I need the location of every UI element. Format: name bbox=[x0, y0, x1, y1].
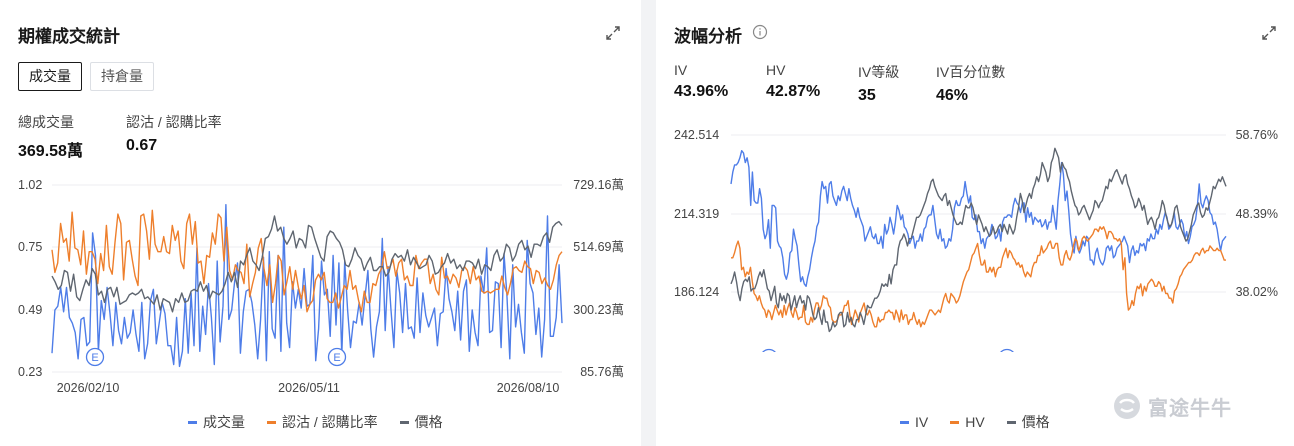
option-volume-chart: 1.02 729.16萬 0.75 514.69萬 0.49 300.23萬 0.23 85.… bbox=[18, 178, 624, 395]
stat-label: HV bbox=[766, 62, 786, 78]
y-right-tick: 48.39% bbox=[1236, 207, 1278, 221]
panel-title: 波幅分析 bbox=[674, 27, 742, 46]
option-volume-panel: 期權成交統計 成交量 持倉量 總成交量 369.58萬 認沽 / 認購比率 0.… bbox=[0, 0, 641, 446]
series-line-1 bbox=[51, 204, 563, 368]
series-line-2 bbox=[731, 226, 1226, 328]
watermark-text: 富途牛牛 bbox=[1148, 397, 1232, 420]
volatility-chart: 242.51458.76%214.31948.39%186.12438.02%1… bbox=[674, 128, 1278, 352]
stat-iv-rank: IV等級 35 bbox=[858, 62, 899, 105]
y-left-tick: 0.23 bbox=[18, 365, 42, 379]
chart-legend: IV HV 價格 bbox=[900, 412, 1050, 432]
x-tick: 2026/05/11 bbox=[278, 381, 340, 395]
stat-value: 46% bbox=[936, 87, 969, 104]
y-right-tick: 729.16萬 bbox=[573, 178, 624, 192]
stat-value: 43.96% bbox=[674, 83, 729, 100]
y-left-tick: 1.02 bbox=[18, 178, 42, 192]
legend-label: HV bbox=[965, 414, 985, 430]
earnings-marker-label: E bbox=[333, 352, 340, 364]
stat-label: IV百分位數 bbox=[936, 64, 1006, 80]
earnings-marker bbox=[1000, 348, 1014, 352]
y-left-tick: 0.75 bbox=[18, 240, 42, 254]
stat-hv: HV 42.87% bbox=[766, 62, 820, 101]
y-right-tick: 85.76萬 bbox=[580, 365, 624, 379]
legend-item-price[interactable]: 價格 bbox=[399, 412, 443, 432]
stat-value: 0.67 bbox=[126, 137, 158, 154]
volatility-panel: 波幅分析 IV 43.96% HV 42.87% IV等級 35 IV百分位數 … bbox=[656, 0, 1294, 446]
y-right-tick: 300.23萬 bbox=[573, 303, 624, 317]
legend-item-volume[interactable]: 成交量 bbox=[188, 412, 245, 432]
legend-swatch bbox=[399, 420, 409, 424]
legend-item-price[interactable]: 價格 bbox=[1006, 412, 1050, 432]
legend-label: IV bbox=[915, 414, 929, 430]
stat-iv: IV 43.96% bbox=[674, 62, 728, 101]
y-right-tick: 514.69萬 bbox=[573, 240, 624, 254]
legend-swatch bbox=[267, 420, 276, 424]
expand-icon[interactable] bbox=[604, 24, 622, 42]
legend-label: 價格 bbox=[1021, 414, 1050, 430]
earnings-marker-label: E bbox=[91, 352, 98, 364]
info-icon[interactable] bbox=[752, 24, 768, 40]
stat-value: 42.87% bbox=[766, 83, 821, 100]
panel-title: 期權成交統計 bbox=[18, 27, 120, 46]
stat-put-call-ratio: 認沽 / 認購比率 0.67 bbox=[126, 112, 222, 155]
legend-label: 認沽 / 認購比率 bbox=[282, 414, 378, 430]
legend-swatch bbox=[950, 420, 960, 424]
y-left-tick: 0.49 bbox=[18, 303, 42, 317]
earnings-marker bbox=[762, 348, 776, 352]
legend-item-hv[interactable]: HV bbox=[950, 412, 985, 432]
stat-label: IV等級 bbox=[858, 64, 900, 80]
stat-label: IV bbox=[674, 62, 688, 78]
legend-swatch bbox=[900, 420, 909, 424]
stat-value: 35 bbox=[858, 87, 876, 104]
y-left-tick: 214.319 bbox=[674, 207, 719, 221]
tab-open-interest[interactable]: 持倉量 bbox=[90, 62, 154, 91]
y-right-tick: 58.76% bbox=[1236, 128, 1278, 142]
stat-total-volume: 總成交量 369.58萬 bbox=[18, 112, 83, 161]
watermark: 富途牛牛 bbox=[1112, 391, 1232, 421]
x-tick: 2026/08/10 bbox=[497, 381, 560, 395]
tab-volume[interactable]: 成交量 bbox=[18, 62, 82, 91]
stat-label: 總成交量 bbox=[18, 114, 74, 130]
legend-swatch bbox=[1006, 420, 1016, 424]
y-left-tick: 186.124 bbox=[674, 285, 719, 299]
volume-tabs: 成交量 持倉量 bbox=[18, 62, 154, 91]
x-tick: 2026/02/10 bbox=[57, 381, 120, 395]
expand-icon[interactable] bbox=[1260, 24, 1278, 42]
series-line-3 bbox=[730, 147, 1227, 333]
chart-legend: 成交量 認沽 / 認購比率 價格 bbox=[188, 412, 443, 432]
legend-label: 成交量 bbox=[203, 414, 245, 430]
stat-value: 369.58萬 bbox=[18, 143, 83, 160]
futu-logo-icon bbox=[1114, 393, 1140, 419]
legend-item-ratio[interactable]: 認沽 / 認購比率 bbox=[267, 412, 378, 432]
legend-label: 價格 bbox=[414, 414, 443, 430]
y-left-tick: 242.514 bbox=[674, 128, 719, 142]
legend-swatch bbox=[188, 420, 197, 424]
stat-iv-percentile: IV百分位數 46% bbox=[936, 62, 1005, 105]
y-right-tick: 38.02% bbox=[1236, 285, 1278, 299]
legend-item-iv[interactable]: IV bbox=[900, 412, 928, 432]
stat-label: 認沽 / 認購比率 bbox=[126, 114, 222, 130]
